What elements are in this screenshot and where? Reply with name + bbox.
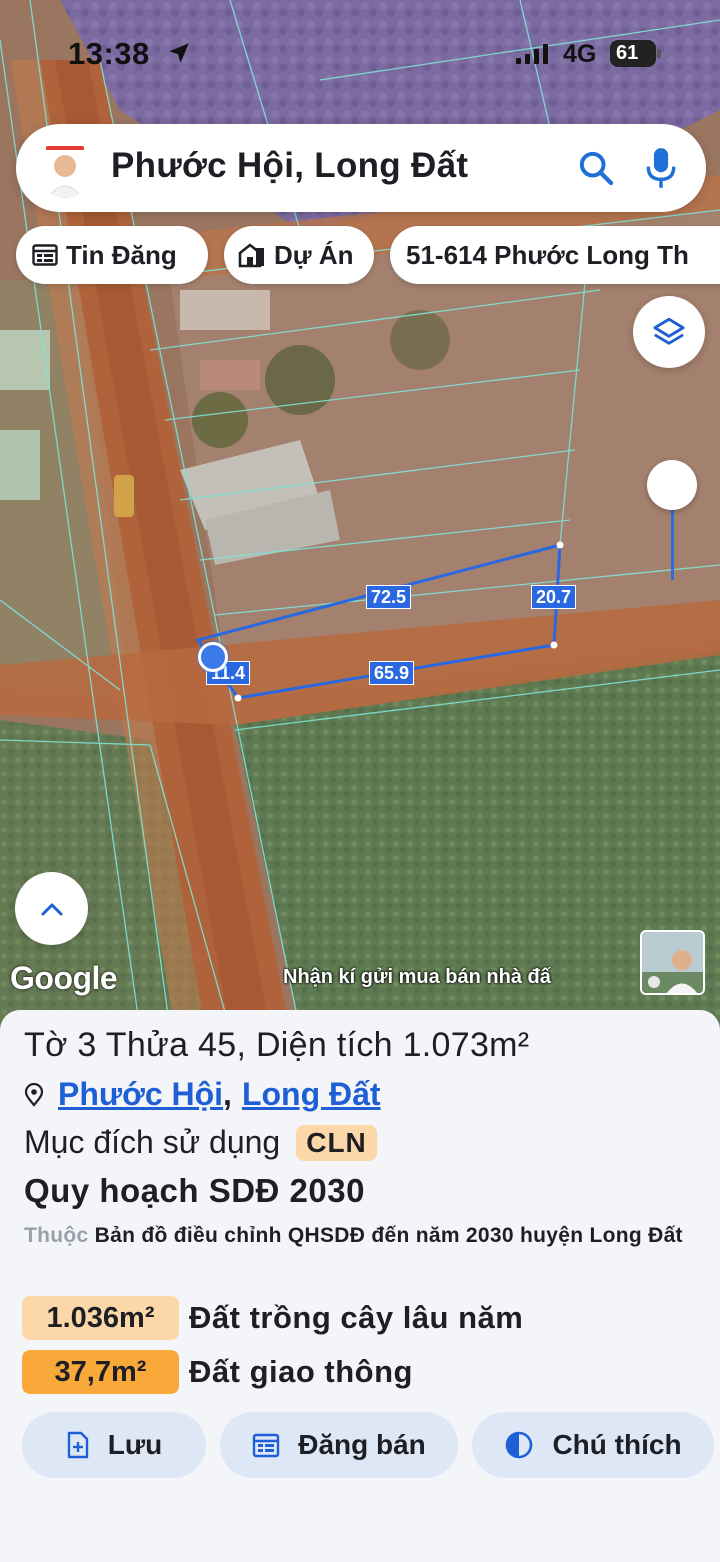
district-link[interactable]: Long Đất — [242, 1076, 381, 1113]
action-label: Đăng bán — [298, 1429, 426, 1460]
ward-link[interactable]: Phước Hội — [58, 1076, 223, 1113]
ad-banner-text[interactable]: Nhận kí gửi mua bán nhà đấ — [283, 966, 638, 989]
ad-thumbnail-image — [642, 932, 703, 993]
parcel-info-sheet: Tờ 3 Thửa 45, Diện tích 1.073m² Phước Hộ… — [0, 1010, 720, 1562]
chip-listings[interactable]: Tin Đăng — [16, 226, 208, 284]
calendar-post-icon — [252, 1432, 280, 1458]
dimension-label-bottom: 65.9 — [369, 661, 415, 685]
action-label: Lưu — [107, 1429, 163, 1460]
map-pin-icon — [24, 1082, 44, 1107]
signal-icon — [516, 44, 548, 64]
network-type: 4G — [563, 40, 597, 68]
layers-icon — [653, 317, 685, 345]
opacity-slider-track[interactable] — [671, 500, 674, 580]
google-logo: Google — [10, 960, 118, 996]
area-row-perennial: 1.036m² Đất trồng cây lâu năm — [22, 1296, 523, 1340]
area-value-badge: 1.036m² — [22, 1296, 179, 1340]
avatar-image — [36, 140, 94, 198]
purpose-label: Mục đích sử dụng — [24, 1124, 281, 1160]
plan-desc-prefix: Thuộc — [24, 1224, 89, 1247]
save-add-icon — [66, 1431, 90, 1459]
plan-title: Quy hoạch SDĐ 2030 — [24, 1172, 365, 1209]
land-use-purpose: Mục đích sử dụng CLN — [24, 1124, 377, 1161]
chip-label: Dự Án — [274, 239, 354, 270]
chip-label: Tin Đăng — [66, 239, 177, 270]
chip-projects[interactable]: Dự Án — [224, 226, 374, 284]
chip-plan-reference[interactable]: 51-614 Phước Long Th — [390, 226, 720, 284]
layers-button[interactable] — [633, 296, 705, 368]
map-view[interactable]: 72.5 20.7 65.9 11.4 13:38 4G 61 Phước Hộ… — [0, 0, 720, 1030]
action-label: Chú thích — [552, 1429, 682, 1460]
legend-contrast-icon — [504, 1430, 534, 1460]
area-label: Đất giao thông — [189, 1354, 413, 1389]
search-title[interactable]: Phước Hội, Long Đất — [111, 146, 468, 186]
dimension-label-top: 72.5 — [366, 585, 412, 609]
plan-description: Thuộc Bản đồ điều chỉnh QHSDĐ đến năm 20… — [24, 1218, 720, 1253]
post-sale-button[interactable]: Đăng bán — [220, 1412, 458, 1478]
status-bar: 13:38 4G 61 — [0, 0, 720, 100]
location-arrow-icon — [169, 43, 189, 63]
search-icon[interactable] — [576, 148, 616, 188]
microphone-icon[interactable] — [644, 146, 678, 190]
area-label: Đất trồng cây lâu năm — [189, 1300, 524, 1335]
location-separator: , — [223, 1076, 232, 1112]
building-icon — [238, 242, 266, 268]
dimension-label-right: 20.7 — [531, 585, 577, 609]
current-location-pin[interactable] — [198, 642, 228, 672]
opacity-slider-knob[interactable] — [647, 460, 697, 510]
area-row-traffic: 37,7m² Đất giao thông — [22, 1350, 413, 1394]
plan-desc-text: Bản đồ điều chỉnh QHSDĐ đến năm 2030 huy… — [94, 1224, 683, 1247]
parcel-title: Tờ 3 Thửa 45, Diện tích 1.073m² — [24, 1026, 530, 1064]
search-bar[interactable]: Phước Hội, Long Đất — [16, 124, 706, 212]
status-time: 13:38 — [68, 36, 150, 71]
expand-button[interactable] — [15, 872, 88, 945]
chevron-up-icon — [41, 903, 62, 915]
ad-thumbnail[interactable] — [640, 930, 705, 995]
purpose-code-badge: CLN — [296, 1124, 377, 1161]
parcel-location: Phước Hội , Long Đất — [24, 1076, 381, 1113]
chip-label: 51-614 Phước Long Th — [406, 239, 689, 270]
legend-button[interactable]: Chú thích — [472, 1412, 714, 1478]
avatar[interactable] — [36, 140, 94, 198]
listing-icon — [32, 243, 58, 267]
save-button[interactable]: Lưu — [22, 1412, 206, 1478]
battery-icon: 61 — [610, 40, 661, 67]
area-value-badge: 37,7m² — [22, 1350, 179, 1394]
